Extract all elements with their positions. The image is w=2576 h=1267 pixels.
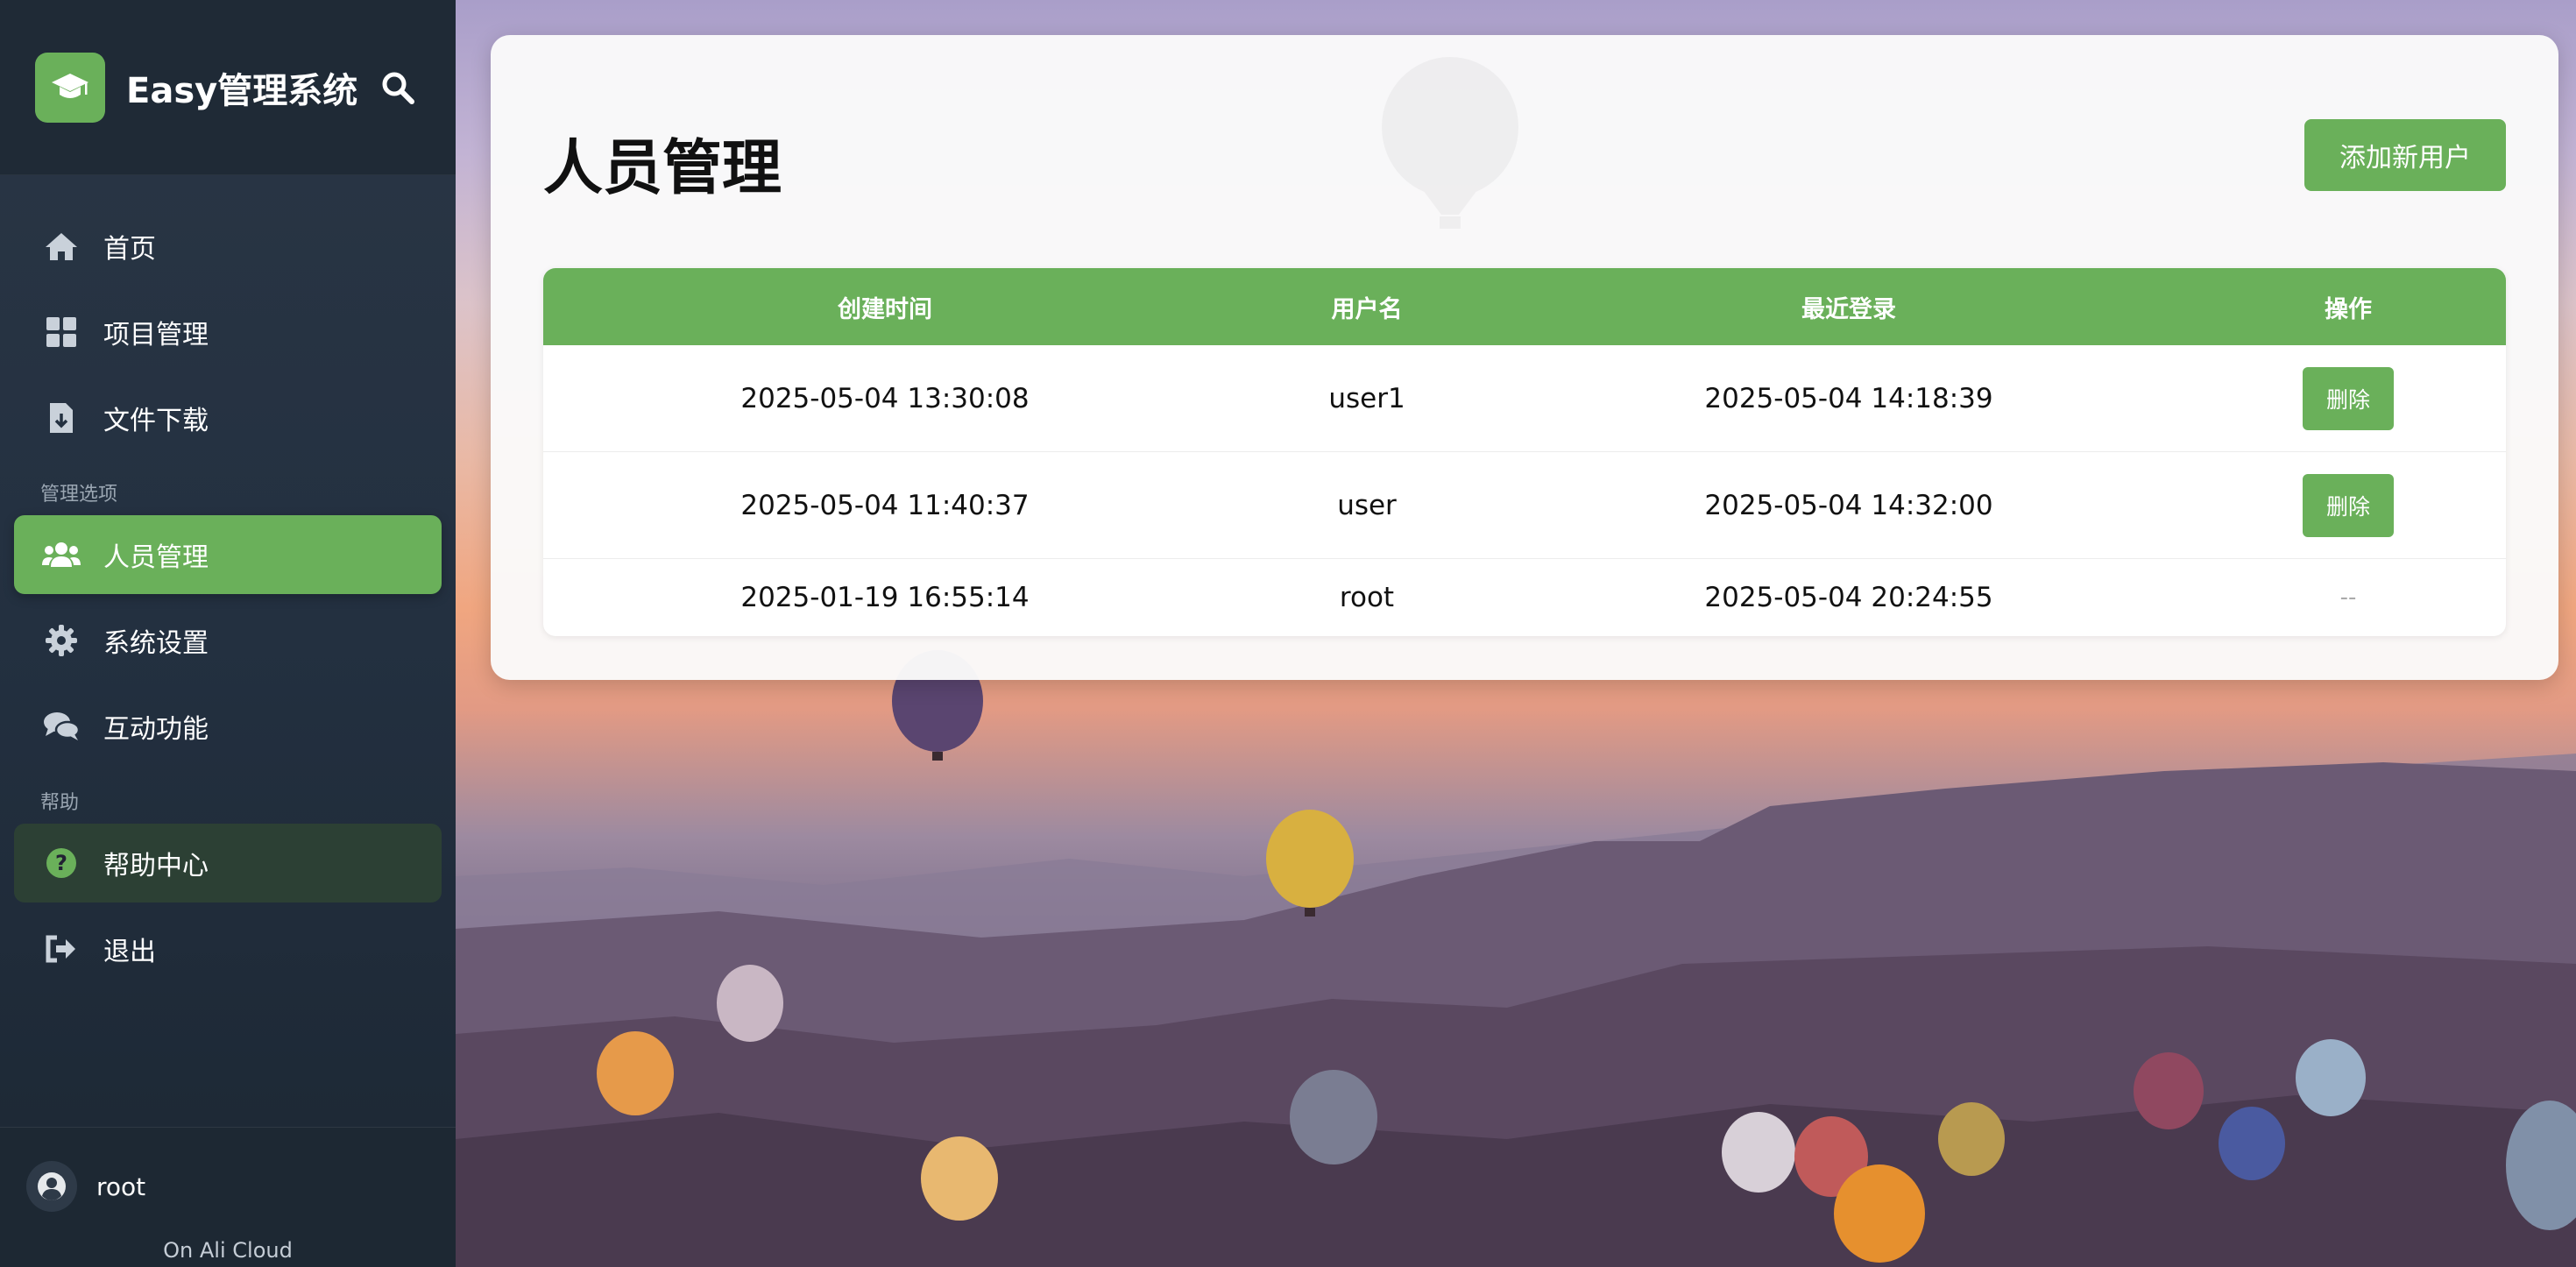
table-row: 2025-05-04 13:30:08 user1 2025-05-04 14:… [543, 345, 2506, 452]
last-login-cell: 2025-05-04 20:24:55 [1704, 582, 1993, 613]
sidebar-item-downloads[interactable]: 文件下载 [14, 379, 442, 457]
question-icon: ? [42, 844, 81, 882]
hosting-note: On Ali Cloud [163, 1238, 293, 1263]
file-download-icon [42, 399, 81, 437]
sidebar-item-label: 人员管理 [103, 542, 209, 573]
delete-button[interactable]: 删除 [2303, 366, 2394, 430]
sidebar-item-users[interactable]: 人员管理 [14, 515, 442, 594]
sidebar: Easy管理系统 首页 项目管理 文件下载 管理选项 人员管理 系统设置 互动功… [0, 0, 456, 1267]
username-cell: user1 [1328, 382, 1405, 414]
graduation-cap-icon [35, 52, 105, 123]
sidebar-item-home[interactable]: 首页 [14, 207, 442, 286]
column-header-created: 创建时间 [838, 295, 932, 323]
main-nav: 首页 项目管理 文件下载 管理选项 人员管理 系统设置 互动功能 帮助 ? 帮助… [0, 175, 456, 988]
sidebar-item-logout[interactable]: 退出 [14, 910, 442, 988]
home-icon [42, 227, 81, 265]
search-icon[interactable] [380, 70, 415, 105]
actions-cell: 删除 [2190, 366, 2506, 430]
user-name: root [96, 1171, 146, 1201]
sidebar-item-interaction[interactable]: 互动功能 [14, 687, 442, 766]
created-time-cell: 2025-05-04 13:30:08 [740, 382, 1030, 414]
column-header-last-login: 最近登录 [1801, 295, 1896, 323]
users-icon [42, 535, 81, 574]
gear-icon [42, 621, 81, 660]
section-label-help: 帮助 [40, 792, 80, 814]
table-row: 2025-01-19 16:55:14 root 2025-05-04 20:2… [543, 559, 2506, 636]
no-action-placeholder: -- [2339, 584, 2357, 611]
brand-header: Easy管理系统 [0, 0, 456, 175]
actions-cell: 删除 [2190, 473, 2506, 537]
logout-icon [42, 930, 81, 968]
table-row: 2025-05-04 11:40:37 user 2025-05-04 14:3… [543, 452, 2506, 559]
content-card: 人员管理 添加新用户 创建时间 用户名 最近登录 操作 2025-05-04 1… [491, 35, 2558, 680]
delete-button[interactable]: 删除 [2303, 473, 2394, 537]
table-header: 创建时间 用户名 最近登录 操作 [543, 268, 2506, 345]
avatar [26, 1161, 77, 1212]
balloon-watermark [1382, 57, 1518, 229]
sidebar-item-projects[interactable]: 项目管理 [14, 293, 442, 372]
column-header-username: 用户名 [1331, 295, 1403, 323]
sidebar-item-help-center[interactable]: ? 帮助中心 [14, 824, 442, 902]
page-title: 人员管理 [543, 134, 782, 203]
chat-icon [42, 707, 81, 746]
sidebar-item-label: 文件下载 [103, 406, 209, 436]
column-header-actions: 操作 [2325, 295, 2372, 323]
sidebar-item-label: 项目管理 [103, 320, 209, 350]
sidebar-item-label: 首页 [103, 234, 156, 265]
username-cell: user [1337, 489, 1397, 521]
sidebar-item-label: 互动功能 [103, 714, 209, 745]
users-table: 创建时间 用户名 最近登录 操作 2025-05-04 13:30:08 use… [543, 268, 2506, 636]
created-time-cell: 2025-01-19 16:55:14 [740, 582, 1030, 613]
sidebar-item-label: 系统设置 [103, 628, 209, 659]
svg-text:?: ? [55, 851, 67, 875]
grid-icon [42, 313, 81, 351]
actions-cell: -- [2190, 584, 2506, 611]
username-cell: root [1339, 582, 1395, 613]
sidebar-item-label: 退出 [103, 937, 156, 967]
created-time-cell: 2025-05-04 11:40:37 [740, 489, 1030, 521]
sidebar-item-settings[interactable]: 系统设置 [14, 601, 442, 680]
app-title: Easy管理系统 [126, 70, 358, 111]
last-login-cell: 2025-05-04 14:32:00 [1704, 489, 1993, 521]
section-label-admin: 管理选项 [40, 484, 118, 506]
add-user-button[interactable]: 添加新用户 [2304, 119, 2506, 191]
current-user[interactable]: root [0, 1128, 456, 1212]
sidebar-item-label: 帮助中心 [103, 851, 209, 881]
user-panel: root On Ali Cloud [0, 1127, 456, 1267]
last-login-cell: 2025-05-04 14:18:39 [1704, 382, 1993, 414]
